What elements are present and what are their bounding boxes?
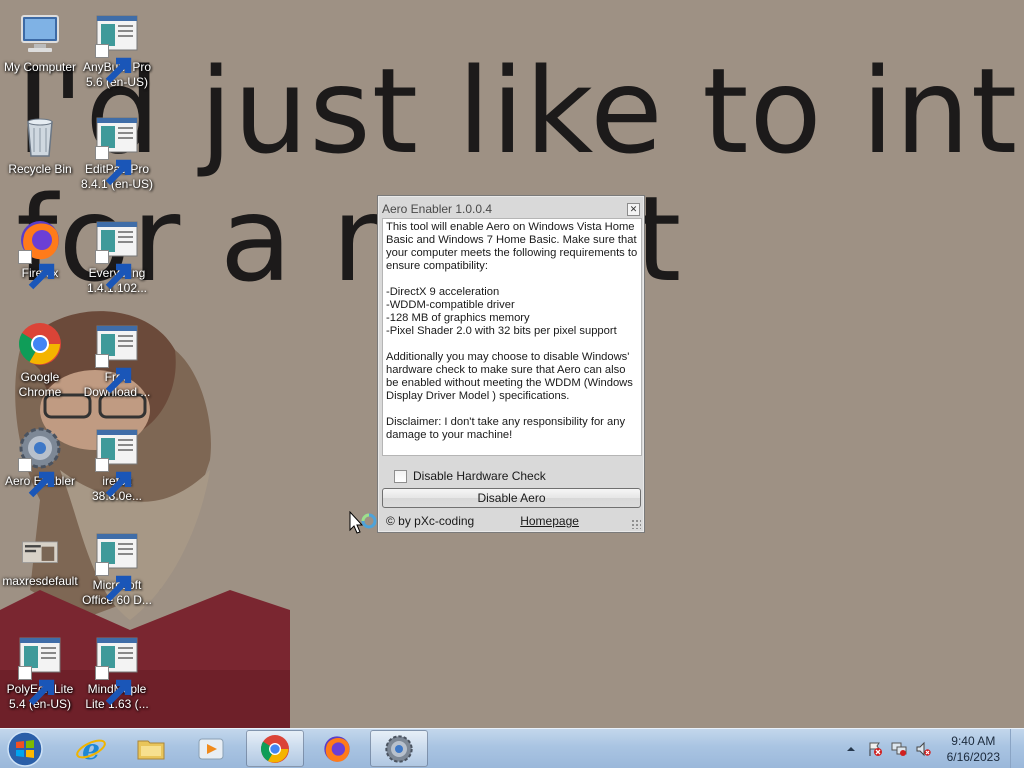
dialog-title: Aero Enabler 1.0.0.4 xyxy=(382,202,493,216)
shortcut-arrow-icon xyxy=(95,146,132,186)
desktop-icon-mindmaple[interactable]: MindMaple Lite 1.63 (... xyxy=(77,632,157,712)
desktop-icon-maxresdefault[interactable]: maxresdefault xyxy=(0,534,80,589)
close-button[interactable]: ✕ xyxy=(627,202,640,216)
desktop-icon-polyedit[interactable]: PolyEdit Lite 5.4 (en-US) xyxy=(0,632,80,712)
homepage-link[interactable]: Homepage xyxy=(520,514,579,528)
show-desktop-button[interactable] xyxy=(1010,729,1024,768)
credit-text: © by pXc-coding xyxy=(386,514,475,528)
taskbar-file-explorer[interactable] xyxy=(122,730,180,767)
desktop-icon-anyburn[interactable]: AnyBurn Pro 5.6 (en-US) xyxy=(77,10,157,90)
disable-aero-button[interactable]: Disable Aero xyxy=(382,488,641,508)
computer-icon xyxy=(21,15,59,52)
shortcut-arrow-icon xyxy=(95,666,132,706)
internet-explorer-icon: e xyxy=(76,733,106,765)
taskbar-aero-enabler[interactable] xyxy=(370,730,428,767)
recycle-bin-icon xyxy=(27,118,53,157)
taskbar: e 9:40 AM 6/16/2023 xyxy=(0,728,1024,768)
desktop-icon-my-computer[interactable]: My Computer xyxy=(0,10,80,75)
firefox-icon xyxy=(324,735,350,762)
action-center-tray[interactable] xyxy=(867,741,883,757)
desktop-icon-label: Google Chrome xyxy=(18,370,62,399)
desktop-icon-label: Recycle Bin xyxy=(8,162,72,176)
clock-date: 6/16/2023 xyxy=(946,750,1000,764)
desktop-icon-microsoft-office[interactable]: Microsoft Office 60 D... xyxy=(77,528,157,608)
shortcut-arrow-icon xyxy=(95,458,132,498)
busy-cursor-icon xyxy=(349,511,377,534)
desktop-icon-editpad[interactable]: EditPad Pro 8.4.1 (en-US) xyxy=(77,112,157,192)
disable-hardware-check-row[interactable]: Disable Hardware Check xyxy=(394,469,546,483)
start-button[interactable] xyxy=(4,730,46,768)
desktop-icon-free-download[interactable]: Free Download ... xyxy=(77,320,157,400)
desktop-icon-everything[interactable]: Everything 1.4.1.102... xyxy=(77,216,157,296)
disable-hardware-check-checkbox[interactable] xyxy=(394,469,407,483)
desktop-icon-google-chrome[interactable]: Google Chrome xyxy=(0,320,80,400)
taskbar-media-player[interactable] xyxy=(182,730,240,767)
shortcut-arrow-icon xyxy=(95,562,132,602)
resize-grip-icon[interactable] xyxy=(631,519,641,529)
gear-icon xyxy=(385,734,413,763)
desktop-icon-label: maxresdefault xyxy=(2,574,78,588)
network-tray[interactable] xyxy=(891,741,907,757)
disable-hardware-check-label: Disable Hardware Check xyxy=(413,469,546,483)
wallpaper-text-line-1: I'd just like to interje xyxy=(16,42,1024,180)
clock-time: 9:40 AM xyxy=(951,734,996,748)
clock[interactable]: 9:40 AM 6/16/2023 xyxy=(947,733,1000,765)
aero-enabler-dialog: Aero Enabler 1.0.0.4 ✕ This tool will en… xyxy=(377,195,645,533)
dialog-footer: © by pXc-coding Homepage xyxy=(378,511,644,531)
chevron-up-icon xyxy=(846,747,855,751)
show-hidden-icons-button[interactable] xyxy=(843,741,859,757)
image-icon xyxy=(22,541,58,563)
desktop-icon-aero-enabler[interactable]: Aero Enabler xyxy=(0,424,80,498)
taskbar-internet-explorer[interactable]: e xyxy=(62,730,120,767)
folder-icon xyxy=(137,740,165,759)
volume-muted-icon xyxy=(916,741,931,757)
shortcut-arrow-icon xyxy=(18,666,55,706)
system-tray: 9:40 AM 6/16/2023 xyxy=(835,729,1000,768)
desktop-icon-firefox[interactable]: Firefox xyxy=(0,216,80,290)
svg-text:e: e xyxy=(82,733,100,765)
shortcut-arrow-icon xyxy=(18,250,55,290)
shortcut-arrow-icon xyxy=(95,354,132,394)
taskbar-google-chrome[interactable] xyxy=(246,730,304,767)
dialog-titlebar[interactable]: Aero Enabler 1.0.0.4 ✕ xyxy=(378,196,644,218)
media-player-icon xyxy=(198,738,224,759)
taskbar-firefox[interactable] xyxy=(308,730,366,767)
chrome-icon xyxy=(19,323,61,365)
volume-tray[interactable] xyxy=(915,741,931,757)
network-icon xyxy=(891,742,907,756)
desktop-icon-label: My Computer xyxy=(3,60,77,74)
shortcut-arrow-icon xyxy=(95,44,132,84)
desktop-icon-firefox-38[interactable]: irefox 38.8.0e... xyxy=(77,424,157,504)
shortcut-arrow-icon xyxy=(95,250,132,290)
shortcut-arrow-icon xyxy=(18,458,55,498)
description-textbox[interactable]: This tool will enable Aero on Windows Vi… xyxy=(382,218,642,456)
chrome-icon xyxy=(261,734,289,763)
action-center-flag-icon xyxy=(869,742,882,756)
desktop-icon-recycle-bin[interactable]: Recycle Bin xyxy=(0,112,80,177)
